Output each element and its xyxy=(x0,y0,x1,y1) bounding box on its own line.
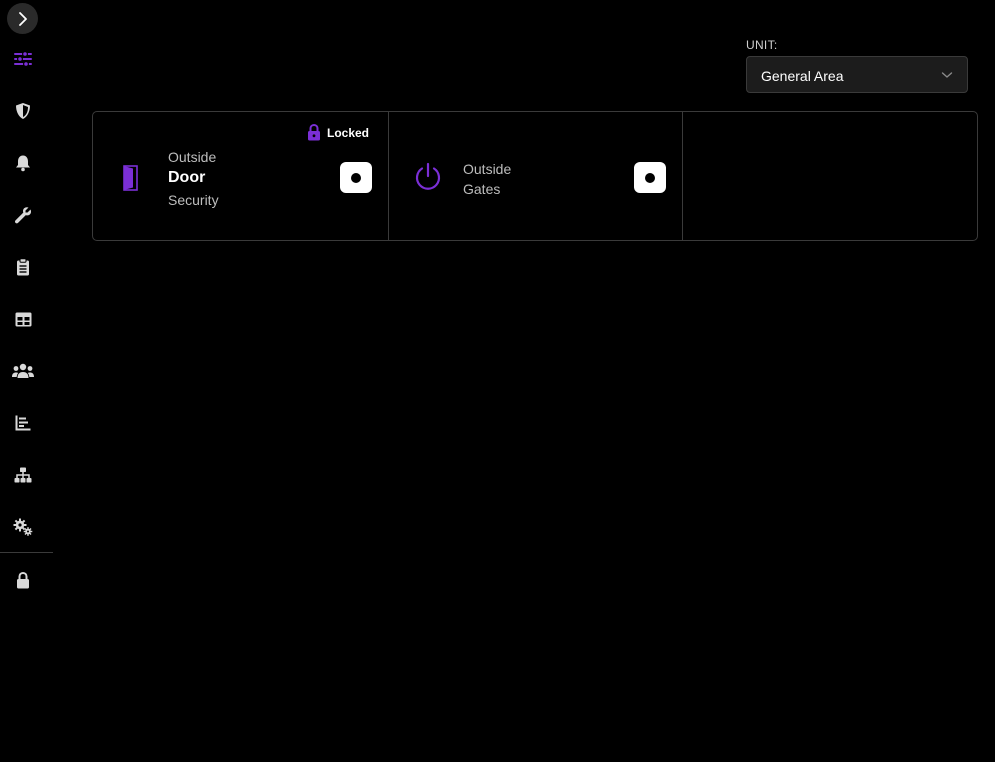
sidebar-item-lock[interactable] xyxy=(9,566,37,594)
locked-status-badge: Locked xyxy=(307,124,369,141)
sidebar-item-table[interactable] xyxy=(9,305,37,333)
lock-icon xyxy=(17,571,29,588)
sidebar xyxy=(0,0,53,762)
device-name: Door xyxy=(168,169,206,186)
bell-icon xyxy=(16,155,30,172)
users-icon xyxy=(12,363,34,378)
sidebar-divider xyxy=(0,552,53,553)
unit-label: UNIT: xyxy=(746,38,778,52)
device-type: Security xyxy=(168,192,219,208)
wrench-icon xyxy=(14,207,32,224)
sidebar-item-clipboard[interactable] xyxy=(9,253,37,281)
gears-icon xyxy=(13,518,33,536)
device-card-empty xyxy=(683,112,977,240)
gates-toggle-button[interactable] xyxy=(634,162,666,193)
chevron-down-icon xyxy=(941,72,953,78)
device-location: Outside xyxy=(463,161,512,177)
toggle-indicator xyxy=(645,172,655,183)
sidebar-item-security[interactable] xyxy=(9,97,37,125)
table-icon xyxy=(15,312,31,326)
chevron-right-icon xyxy=(18,11,27,26)
unit-select[interactable]: General Area xyxy=(746,56,968,93)
unit-selected-value: General Area xyxy=(761,68,844,84)
device-card-gates: Outside Gates xyxy=(389,112,682,240)
device-name: Gates xyxy=(463,181,501,197)
sidebar-expand-button[interactable] xyxy=(7,3,38,34)
network-icon xyxy=(14,467,32,483)
bar-chart-icon xyxy=(15,415,31,431)
device-card-door: Locked Outside Door Security xyxy=(93,112,388,240)
status-text: Locked xyxy=(327,125,370,140)
device-cards-panel: Locked Outside Door Security Outside Gat… xyxy=(92,111,978,241)
door-icon xyxy=(123,165,138,191)
sidebar-item-network[interactable] xyxy=(9,461,37,489)
door-toggle-button[interactable] xyxy=(340,162,372,193)
sidebar-item-controls[interactable] xyxy=(9,45,37,73)
lock-icon xyxy=(308,124,320,141)
device-location: Outside xyxy=(168,149,217,165)
sidebar-item-maintenance[interactable] xyxy=(9,201,37,229)
sidebar-item-reports[interactable] xyxy=(9,409,37,437)
shield-icon xyxy=(16,103,30,119)
sidebar-item-alerts[interactable] xyxy=(9,149,37,177)
sidebar-item-settings[interactable] xyxy=(9,513,37,541)
power-icon xyxy=(415,162,441,190)
sidebar-item-users[interactable] xyxy=(9,357,37,385)
toggle-indicator xyxy=(351,172,361,183)
clipboard-icon xyxy=(17,258,29,276)
sliders-icon xyxy=(14,51,32,67)
